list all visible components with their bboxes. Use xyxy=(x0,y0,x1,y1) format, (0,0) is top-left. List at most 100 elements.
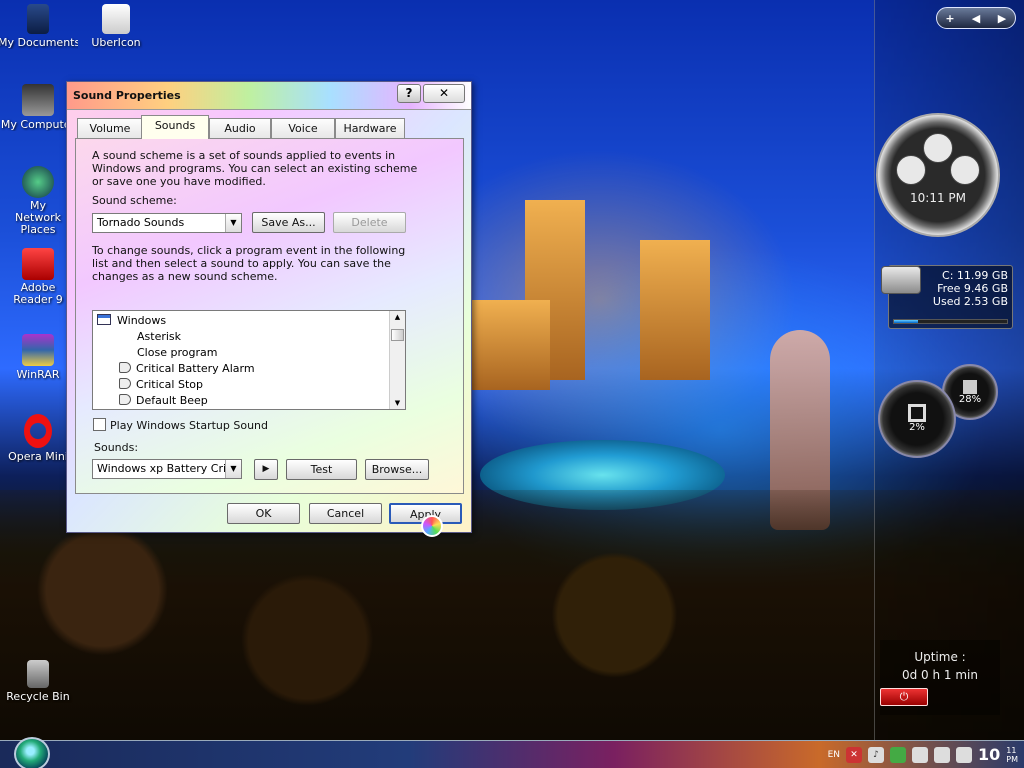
windows-icon xyxy=(97,314,111,325)
scheme-intro-text: A sound scheme is a set of sounds applie… xyxy=(92,149,418,188)
sound-file-select[interactable]: Windows xp Battery Critica ▼ xyxy=(92,459,242,479)
shield-icon[interactable]: ✕ xyxy=(846,746,862,763)
monitor-icon[interactable] xyxy=(934,746,950,763)
drive-usage-bar xyxy=(893,319,1008,324)
taskbar-clock-hour[interactable]: 10 xyxy=(978,745,1000,764)
tab-sounds[interactable]: Sounds xyxy=(141,115,209,139)
system-tray: EN ✕ ♪ 10 11 PM xyxy=(822,741,1024,768)
scheme-label: Sound scheme: xyxy=(92,194,177,207)
desktop-icon-my-documents[interactable]: My Documents xyxy=(0,4,78,49)
event-label: Default Beep xyxy=(136,394,208,407)
help-button[interactable]: ? xyxy=(397,84,421,103)
list-item[interactable]: Asterisk xyxy=(137,329,389,345)
start-button[interactable] xyxy=(14,737,50,768)
language-indicator[interactable]: EN xyxy=(828,747,840,763)
ubericon-icon xyxy=(102,4,130,34)
event-label: Asterisk xyxy=(137,330,182,343)
list-scrollbar[interactable]: ▲ ▼ xyxy=(389,311,405,409)
list-item[interactable]: Critical Battery Alarm xyxy=(119,361,389,377)
desktop-icon-label: My Documents xyxy=(0,36,78,49)
desktop-icon-ubericon[interactable]: UberIcon xyxy=(76,4,156,49)
desktop-icon-recycle-bin[interactable]: Recycle Bin xyxy=(0,660,78,703)
taskbar-clock-detail: 11 PM xyxy=(1006,746,1018,764)
sidebar-controls: + ◀ ▶ xyxy=(936,7,1016,29)
winrar-icon xyxy=(22,334,54,366)
clock-time: 10:11 PM xyxy=(910,191,966,205)
list-item[interactable]: Critical Stop xyxy=(119,377,389,393)
adobe-reader-icon xyxy=(22,248,54,280)
cpu-gauge[interactable]: 2% xyxy=(878,380,956,458)
power-icon: ⏻ xyxy=(899,690,909,703)
event-label: Windows xyxy=(117,314,167,327)
tab-hardware[interactable]: Hardware xyxy=(335,118,405,138)
play-button[interactable]: ▶ xyxy=(254,459,278,480)
browse-button[interactable]: Browse... xyxy=(365,459,429,480)
desktop-icon-label: Adobe Reader 9 xyxy=(13,282,63,306)
sound-scheme-select[interactable]: Tornado Sounds ▼ xyxy=(92,213,242,233)
dialog-title: Sound Properties xyxy=(73,89,181,102)
list-item[interactable]: Windows xyxy=(97,313,389,329)
event-label: Close program xyxy=(137,346,218,359)
busy-cursor-icon xyxy=(421,515,443,537)
speaker-icon xyxy=(119,362,131,373)
sounds-tab-panel: A sound scheme is a set of sounds applie… xyxy=(75,138,464,494)
cpu-gauge-value: 2% xyxy=(909,422,925,433)
recycle-bin-icon xyxy=(27,660,49,688)
sound-scheme-value: Tornado Sounds xyxy=(97,216,185,229)
memory-icon xyxy=(963,380,977,394)
uptime-label: Uptime : xyxy=(914,650,966,664)
tab-voice[interactable]: Voice xyxy=(271,118,335,138)
taskbar-clock-ampm: PM xyxy=(1006,754,1018,764)
program-events-list[interactable]: Windows Asterisk Close program Critical … xyxy=(92,310,406,410)
drive-gadget[interactable]: C: 11.99 GB Free 9.46 GB Used 2.53 GB xyxy=(881,265,1013,329)
cpu-icon xyxy=(908,404,926,422)
network-icon[interactable] xyxy=(912,746,928,763)
chevron-down-icon: ▼ xyxy=(225,214,241,232)
sound-properties-dialog: Sound Properties ? ✕ Volume Sounds Audio… xyxy=(66,81,472,533)
computer-icon xyxy=(22,84,54,116)
opera-icon xyxy=(24,414,52,448)
instructions-text: To change sounds, click a program event … xyxy=(92,244,406,283)
test-button[interactable]: Test xyxy=(286,459,357,480)
add-gadget-button[interactable]: + xyxy=(940,12,960,25)
save-as-button[interactable]: Save As... xyxy=(252,212,325,233)
drive-usage-fill xyxy=(894,320,918,323)
ok-button[interactable]: OK xyxy=(227,503,300,524)
scroll-up-icon[interactable]: ▲ xyxy=(390,311,405,323)
delete-button[interactable]: Delete xyxy=(333,212,406,233)
uptime-gadget: Uptime : 0d 0 h 1 min ⏻ xyxy=(880,640,1000,715)
tab-audio[interactable]: Audio xyxy=(209,118,271,138)
chevron-down-icon: ▼ xyxy=(225,460,241,478)
sound-file-value: Windows xp Battery Critica xyxy=(97,462,242,475)
scroll-thumb[interactable] xyxy=(391,329,404,341)
wallpaper-building xyxy=(640,240,710,380)
startup-sound-checkbox[interactable] xyxy=(93,418,106,431)
list-item[interactable]: Default Beep xyxy=(119,393,389,409)
cancel-button[interactable]: Cancel xyxy=(309,503,382,524)
next-gadget-button[interactable]: ▶ xyxy=(992,12,1012,25)
scroll-down-icon[interactable]: ▼ xyxy=(390,397,405,409)
hard-drive-icon xyxy=(881,266,921,294)
wallpaper-building xyxy=(470,300,550,390)
volume-icon[interactable]: ♪ xyxy=(868,746,884,763)
speaker-icon xyxy=(119,378,131,389)
power-button[interactable]: ⏻ xyxy=(880,688,928,706)
tab-volume[interactable]: Volume xyxy=(77,118,143,138)
desktop-icon-label: UberIcon xyxy=(91,36,141,49)
network-icon xyxy=(22,166,54,198)
taskbar-clock-minutes: 11 xyxy=(1006,745,1017,755)
clock-subdial xyxy=(896,155,926,185)
close-button[interactable]: ✕ xyxy=(423,84,465,103)
sounds-label: Sounds: xyxy=(94,441,139,454)
folder-icon xyxy=(27,4,49,34)
security-icon[interactable] xyxy=(890,746,906,763)
gadget-sidebar xyxy=(874,0,1024,740)
desktop-icon-label: My Network Places xyxy=(15,200,61,236)
previous-gadget-button[interactable]: ◀ xyxy=(966,12,986,25)
clock-gadget[interactable]: 10:11 PM xyxy=(876,113,1000,237)
speaker-icon xyxy=(119,394,131,405)
clock-subdial xyxy=(950,155,980,185)
dialog-titlebar[interactable]: Sound Properties ? ✕ xyxy=(67,82,471,110)
list-item[interactable]: Close program xyxy=(137,345,389,361)
tray-icon[interactable] xyxy=(956,746,972,763)
